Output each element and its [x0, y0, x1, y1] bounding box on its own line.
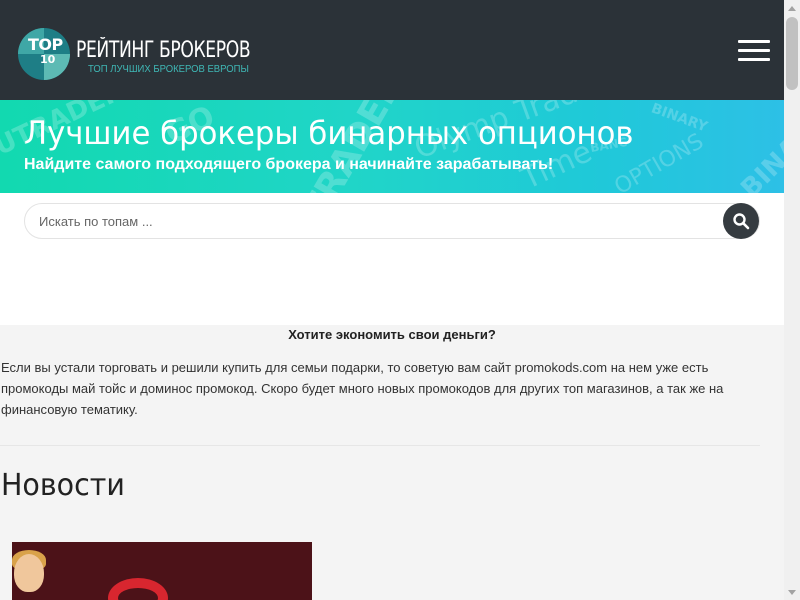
search-input[interactable] [24, 203, 760, 239]
promo-title: Хотите экономить свои деньги? [288, 327, 496, 342]
site-logo[interactable]: TOP 10 РЕЙТИНГ БРОКЕРОВ ТОП ЛУЧШИХ БРОКЕ… [18, 24, 258, 80]
promo-text: Если вы устали торговать и решили купить… [1, 360, 724, 417]
site-header: TOP 10 РЕЙТИНГ БРОКЕРОВ ТОП ЛУЧШИХ БРОКЕ… [0, 0, 784, 100]
banner-subtitle: Найдите самого подходящего брокера и нач… [24, 156, 554, 173]
search-icon [733, 213, 750, 230]
banner-watermark: BINARY [649, 100, 710, 136]
logo-subtitle: ТОП ЛУЧШИХ БРОКЕРОВ ЕВРОПЫ [88, 64, 249, 75]
banner-title: Лучшие брокеры бинарных опционов [24, 114, 634, 152]
banner-watermark: BINARY [735, 105, 784, 193]
search-section [0, 193, 784, 325]
hamburger-menu-icon[interactable] [738, 40, 770, 62]
scroll-down-arrow-icon[interactable] [784, 584, 800, 600]
logo-badge-top: TOP [28, 35, 63, 54]
news-heading: Новости [1, 468, 125, 503]
scroll-up-arrow-icon[interactable] [784, 0, 800, 16]
logo-badge-number: 10 [40, 53, 56, 66]
news-thumbnail[interactable] [12, 542, 312, 600]
scrollbar-thumb[interactable] [786, 17, 798, 90]
page-scrollbar[interactable] [784, 0, 800, 600]
main-content: Хотите экономить свои деньги? Если вы ус… [0, 325, 784, 600]
search-button[interactable] [723, 203, 759, 239]
logo-title: РЕЙТИНГ БРОКЕРОВ [76, 38, 251, 63]
hero-banner: UTRADER GO UTRADER Olymp Trade Time BINA… [0, 100, 784, 193]
section-divider [0, 445, 760, 446]
